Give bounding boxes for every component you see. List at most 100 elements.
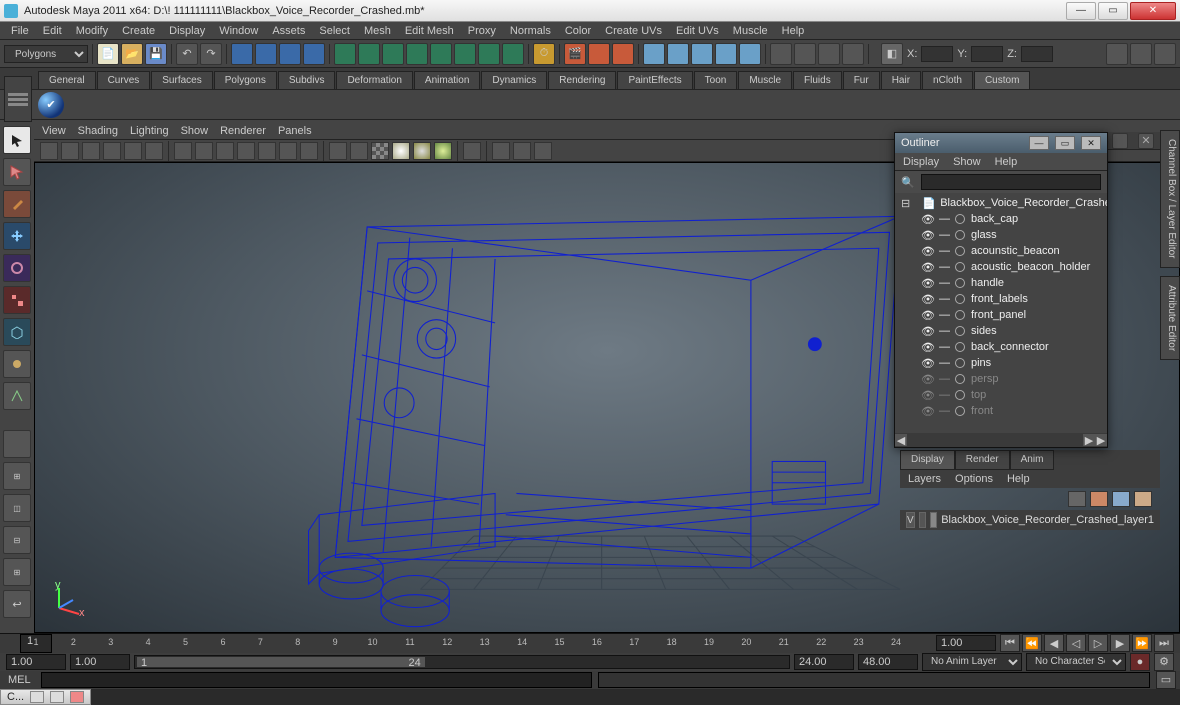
universal-manip-tool[interactable] <box>3 318 31 346</box>
sidebar-toggle-2-icon[interactable] <box>1130 43 1152 65</box>
tree-item[interactable]: 👁 — back_cap <box>895 211 1107 227</box>
outliner-search-input[interactable] <box>921 174 1101 190</box>
vp-xray-icon[interactable] <box>492 142 510 160</box>
menu-help[interactable]: Help <box>775 22 812 39</box>
vp-menu-show[interactable]: Show <box>181 125 209 137</box>
redo-icon[interactable]: ↷ <box>200 43 222 65</box>
outliner-tree[interactable]: ⊟ 📄 Blackbox_Voice_Recorder_Crashed 👁 — … <box>895 193 1107 433</box>
vp-film-gate-icon[interactable] <box>195 142 213 160</box>
menu-display[interactable]: Display <box>162 22 212 39</box>
shelf-tab-painteffects[interactable]: PaintEffects <box>617 71 692 89</box>
shelf-tab-rendering[interactable]: Rendering <box>548 71 616 89</box>
open-scene-icon[interactable]: 📂 <box>121 43 143 65</box>
tree-item[interactable]: 👁 — persp <box>895 371 1107 387</box>
vp-grease-icon[interactable] <box>145 142 163 160</box>
lasso-tool[interactable] <box>3 158 31 186</box>
hypershade-icon[interactable] <box>715 43 737 65</box>
taskbar-close-icon[interactable] <box>70 691 84 703</box>
x-input[interactable] <box>921 46 953 62</box>
snap-grid-icon[interactable] <box>334 43 356 65</box>
snap-view-icon[interactable] <box>454 43 476 65</box>
visibility-icon[interactable]: 👁 <box>921 277 933 289</box>
visibility-icon[interactable]: 👁 <box>921 357 933 369</box>
outliner-close-button[interactable]: ✕ <box>1081 136 1101 150</box>
vp-menu-renderer[interactable]: Renderer <box>220 125 266 137</box>
render-settings-icon[interactable] <box>612 43 634 65</box>
visibility-icon[interactable]: 👁 <box>921 245 933 257</box>
rotate-tool[interactable] <box>3 254 31 282</box>
four-view-layout[interactable]: ⊞ <box>3 462 31 490</box>
outliner-hscroll[interactable]: ◀ ▶ ▶ <box>895 433 1107 447</box>
timeline[interactable]: 1 12345678910111213141516171819202122232… <box>0 633 1180 653</box>
outliner-menu-show[interactable]: Show <box>953 156 981 168</box>
menu-mesh[interactable]: Mesh <box>357 22 398 39</box>
two-stack-layout[interactable]: ⊟ <box>3 526 31 554</box>
scale-tool[interactable] <box>3 286 31 314</box>
range-end-outer[interactable] <box>858 654 918 670</box>
select-tool[interactable] <box>3 126 31 154</box>
menu-normals[interactable]: Normals <box>503 22 558 39</box>
layer-tab-display[interactable]: Display <box>900 450 955 470</box>
snap-plane-icon[interactable] <box>406 43 428 65</box>
step-fwd-key-button[interactable]: ⏩ <box>1132 634 1152 652</box>
vp-menu-panels[interactable]: Panels <box>278 125 312 137</box>
go-end-button[interactable]: ⏭ <box>1154 634 1174 652</box>
go-start-button[interactable]: ⏮ <box>1000 634 1020 652</box>
layer-menu-layers[interactable]: Layers <box>908 473 941 485</box>
soft-mod-tool[interactable] <box>3 350 31 378</box>
tree-item[interactable]: 👁 — sides <box>895 323 1107 339</box>
visor-icon[interactable] <box>739 43 761 65</box>
vp-shadows-icon[interactable] <box>413 142 431 160</box>
input-mode-icon[interactable]: ◧ <box>881 43 903 65</box>
layer-menu-help[interactable]: Help <box>1007 473 1030 485</box>
vp-use-lights-icon[interactable] <box>392 142 410 160</box>
range-slider[interactable]: 1 24 <box>134 655 790 669</box>
visibility-icon[interactable]: 👁 <box>921 213 933 225</box>
shelf-collapse-toggle[interactable] <box>4 76 32 122</box>
menu-proxy[interactable]: Proxy <box>461 22 503 39</box>
two-side-layout[interactable]: ◫ <box>3 494 31 522</box>
menu-color[interactable]: Color <box>558 22 598 39</box>
tree-item[interactable]: 👁 — acounstic_beacon <box>895 243 1107 259</box>
new-layer-icon[interactable] <box>1068 491 1086 507</box>
menu-edit[interactable]: Edit <box>36 22 69 39</box>
render-icon[interactable]: 🎬 <box>564 43 586 65</box>
tree-item[interactable]: 👁 — front_panel <box>895 307 1107 323</box>
layer-color-swatch[interactable] <box>930 512 937 528</box>
play-back-button[interactable]: ◁ <box>1066 634 1086 652</box>
shelf-tab-toon[interactable]: Toon <box>694 71 738 89</box>
step-fwd-button[interactable]: ▶ <box>1110 634 1130 652</box>
tree-item[interactable]: 👁 — glass <box>895 227 1107 243</box>
shelf-tab-fur[interactable]: Fur <box>843 71 880 89</box>
outliner-menu-help[interactable]: Help <box>995 156 1018 168</box>
vp-field-chart-icon[interactable] <box>258 142 276 160</box>
tree-item[interactable]: 👁 — pins <box>895 355 1107 371</box>
history-icon[interactable]: ⏱ <box>533 43 555 65</box>
vp-isolate-icon[interactable] <box>463 142 481 160</box>
shelf-tab-fluids[interactable]: Fluids <box>793 71 842 89</box>
show-manip-tool[interactable] <box>3 382 31 410</box>
shelf-tab-deformation[interactable]: Deformation <box>336 71 412 89</box>
vp-hq-icon[interactable] <box>434 142 452 160</box>
render-view-icon[interactable] <box>770 43 792 65</box>
batch-render-icon[interactable] <box>818 43 840 65</box>
shelf-tab-muscle[interactable]: Muscle <box>738 71 792 89</box>
vp-gate-mask-icon[interactable] <box>237 142 255 160</box>
tree-item[interactable]: 👁 — handle <box>895 275 1107 291</box>
vp-image-plane-icon[interactable] <box>103 142 121 160</box>
vp-wireframe-icon[interactable] <box>329 142 347 160</box>
channel-box-tab[interactable]: Channel Box / Layer Editor <box>1160 130 1180 268</box>
menu-modify[interactable]: Modify <box>69 22 115 39</box>
layout-icon[interactable] <box>691 43 713 65</box>
z-input[interactable] <box>1021 46 1053 62</box>
visibility-icon[interactable]: 👁 <box>921 293 933 305</box>
layer-row[interactable]: V Blackbox_Voice_Recorder_Crashed_layer1 <box>900 510 1160 530</box>
outliner-maximize-button[interactable]: ▭ <box>1055 136 1075 150</box>
prev-layout[interactable]: ↩ <box>3 590 31 618</box>
snap-point-icon[interactable] <box>382 43 404 65</box>
vp-menu-lighting[interactable]: Lighting <box>130 125 169 137</box>
menu-file[interactable]: File <box>4 22 36 39</box>
shelf-custom-checkmark-icon[interactable]: ✔ <box>38 92 64 118</box>
taskbar-tab[interactable]: C... <box>0 689 91 705</box>
tree-item[interactable]: 👁 — front_labels <box>895 291 1107 307</box>
